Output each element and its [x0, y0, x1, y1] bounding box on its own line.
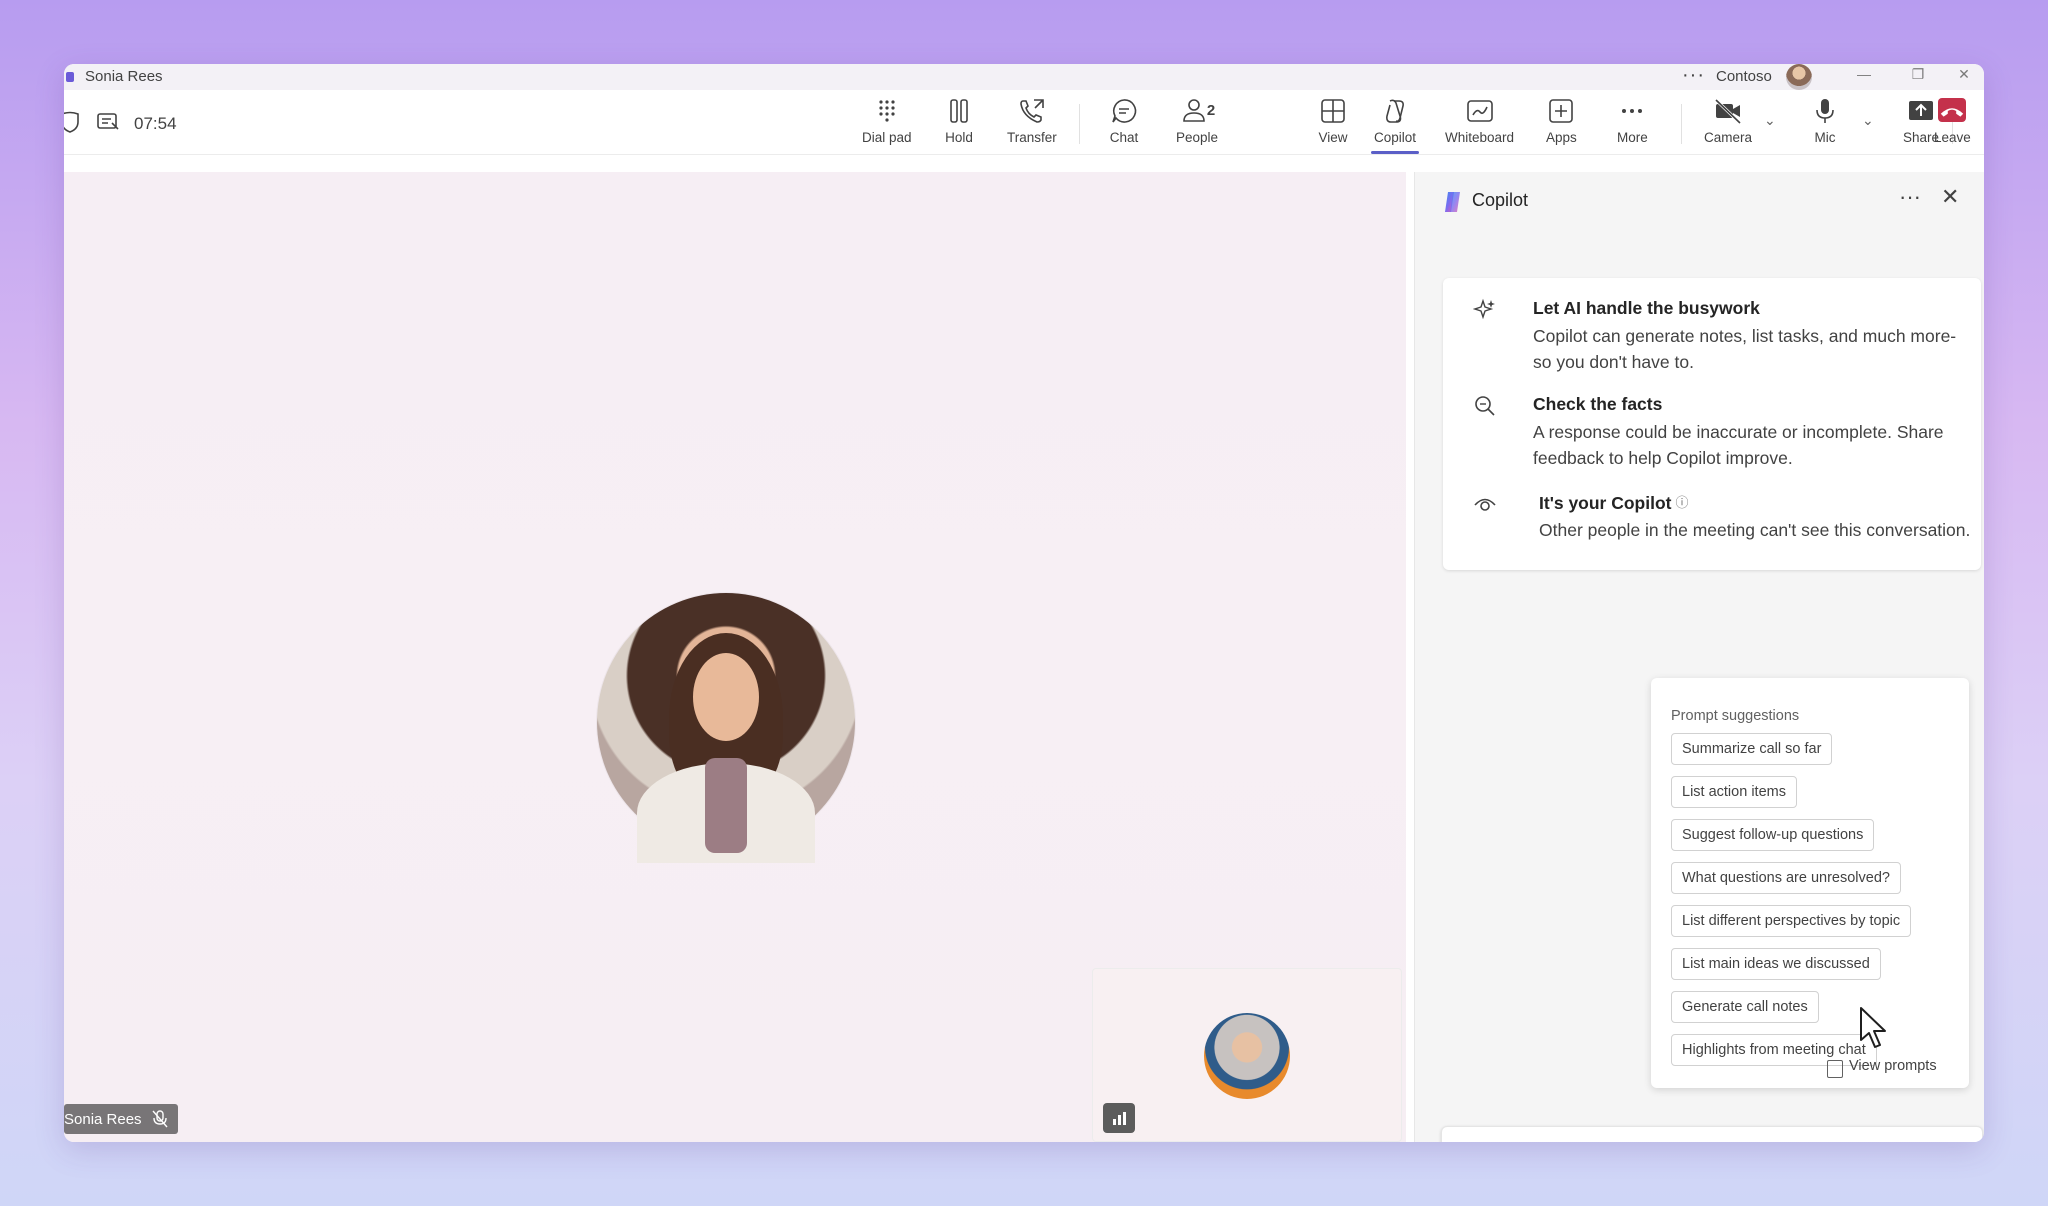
more-icon [1622, 109, 1643, 113]
copilot-icon [1386, 99, 1404, 123]
close-window-button[interactable]: ✕ [1944, 64, 1984, 90]
teams-call-window: Sonia Rees ··· Contoso — ❐ ✕ 07:54 Dial … [64, 64, 1984, 1142]
copilot-button[interactable]: Copilot [1370, 94, 1420, 154]
call-notes-icon[interactable] [96, 111, 120, 133]
copilot-title: Copilot [1472, 190, 1529, 210]
phone-transfer-icon [1020, 99, 1044, 123]
bar-chart-icon [1113, 1112, 1126, 1125]
apps-add-icon [1549, 99, 1574, 123]
prompts-book-icon [1827, 1060, 1843, 1078]
copilot-close-icon[interactable]: ✕ [1941, 184, 1959, 210]
prompt-suggestions-flyout: Prompt suggestions Summarize call so far… [1651, 678, 1969, 1088]
speaker-name-tag: Sonia Rees [64, 1104, 178, 1134]
call-timer: 07:54 [134, 114, 177, 133]
chat-icon [1112, 99, 1137, 123]
mic-options-chevron-icon[interactable]: ⌄ [1862, 112, 1874, 129]
apps-button[interactable]: Apps [1546, 94, 1577, 154]
shield-icon [64, 111, 79, 133]
call-health-button[interactable] [1103, 1103, 1135, 1133]
transfer-button[interactable]: Transfer [1007, 94, 1057, 154]
prompt-chip[interactable]: What questions are unresolved? [1671, 862, 1901, 894]
people-icon [1183, 99, 1205, 122]
title-bar: Sonia Rees ··· Contoso — ❐ ✕ [64, 64, 1984, 90]
participant-count: 2 [1206, 101, 1216, 119]
hold-button[interactable]: Hold [944, 94, 974, 154]
whiteboard-icon [1466, 100, 1493, 122]
prompt-chip[interactable]: List different perspectives by topic [1671, 905, 1912, 937]
copilot-info-card: Let AI handle the busywork Copilot can g… [1443, 278, 1981, 570]
dialpad-icon [879, 100, 895, 122]
prompt-suggestions-title: Prompt suggestions [1671, 708, 1800, 724]
sparkle-icon [1473, 298, 1495, 320]
prompt-chip[interactable]: Highlights from meeting chat [1671, 1034, 1877, 1066]
camera-off-icon [1714, 98, 1742, 125]
toolbar-divider [1079, 104, 1080, 144]
self-avatar [1204, 1013, 1290, 1099]
minimize-button[interactable]: — [1844, 64, 1884, 90]
prompt-chip[interactable]: Summarize call so far [1671, 733, 1833, 765]
call-toolbar: 07:54 Dial pad Hold Transfer Chat 2 Peop… [64, 90, 1984, 155]
prompt-chip[interactable]: Generate call notes [1671, 991, 1819, 1023]
more-button[interactable]: More [1617, 94, 1648, 154]
window-title: Sonia Rees [85, 68, 163, 85]
toolbar-divider [1681, 104, 1682, 144]
camera-options-chevron-icon[interactable]: ⌄ [1764, 112, 1776, 129]
view-button[interactable]: View [1318, 94, 1348, 154]
title-more-icon[interactable]: ··· [1682, 64, 1705, 87]
pause-icon [950, 99, 968, 123]
mic-muted-icon [152, 1110, 168, 1128]
eye-icon [1474, 498, 1496, 511]
prompt-chip[interactable]: List main ideas we discussed [1671, 948, 1881, 980]
self-video-tile[interactable] [1092, 968, 1402, 1142]
video-stage [64, 172, 1406, 1142]
view-prompts-button[interactable]: View prompts [1827, 1058, 1937, 1078]
hang-up-icon [1938, 98, 1967, 122]
mic-icon [1816, 99, 1834, 123]
dialpad-button[interactable]: Dial pad [862, 94, 912, 154]
copilot-pane: Copilot ··· ✕ Let AI handle the busywork… [1414, 172, 1984, 1142]
app-logo-icon [66, 72, 74, 82]
whiteboard-button[interactable]: Whiteboard [1445, 94, 1514, 154]
mic-button[interactable]: Mic [1810, 94, 1840, 154]
maximize-button[interactable]: ❐ [1898, 64, 1938, 90]
grid-icon [1321, 99, 1345, 123]
org-name[interactable]: Contoso [1716, 68, 1772, 85]
info-icon[interactable]: ⓘ [1676, 492, 1689, 511]
copilot-logo-icon [1445, 192, 1460, 212]
mouse-cursor-icon [1860, 1007, 1886, 1048]
search-icon [1475, 396, 1495, 416]
camera-button[interactable]: Camera [1704, 94, 1752, 154]
copilot-more-icon[interactable]: ··· [1899, 184, 1921, 210]
leave-button[interactable]: Leave [1934, 94, 1971, 154]
copilot-compose-box [1441, 1126, 1983, 1142]
chat-button[interactable]: Chat [1109, 94, 1139, 154]
prompt-chip[interactable]: Suggest follow-up questions [1671, 819, 1875, 851]
share-icon [1909, 101, 1934, 120]
speaker-avatar [597, 593, 855, 863]
prompt-chip[interactable]: List action items [1671, 776, 1797, 808]
ask-copilot-input[interactable] [1458, 1141, 1922, 1142]
people-button[interactable]: 2 People [1176, 94, 1218, 154]
user-avatar[interactable] [1786, 64, 1812, 90]
